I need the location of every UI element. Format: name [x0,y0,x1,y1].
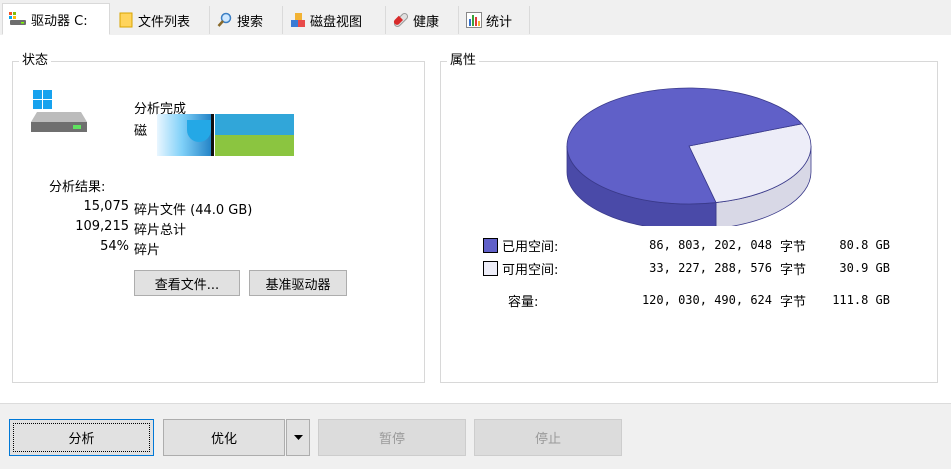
folder-icon [119,12,133,28]
activity-graphic [157,114,294,156]
free-space-swatch [483,260,498,276]
stat-value: 15,075 [83,199,130,214]
stats-icon [466,12,482,28]
tab-file-list[interactable]: 文件列表 [112,6,210,34]
free-space-unit: 字节 [780,262,807,278]
status-group: 状态 分析完成 磁 分析结果: 15,075 碎片文件 (44.0 GB) 10… [12,53,425,383]
used-space-bytes: 86, 803, 202, 048 [649,238,772,252]
stat-row: 109,215 碎片总计 [13,219,313,238]
properties-title: 属性 [447,53,480,69]
content-panel: 状态 分析完成 磁 分析结果: 15,075 碎片文件 (44.0 GB) 10… [0,35,951,403]
tab-label: 磁盘视图 [310,14,363,30]
stat-value: 109,215 [75,219,129,234]
tab-label: 健康 [413,14,440,30]
status-detail: 磁 [134,124,148,139]
stat-label: 碎片文件 (44.0 GB) [134,203,253,218]
used-space-label: 已用空间: [502,239,559,255]
capacity-label: 容量: [508,294,539,310]
analyze-button[interactable]: 分析 [9,419,154,456]
tab-drive[interactable]: 驱动器 C: [2,3,110,35]
capacity-bytes: 120, 030, 490, 624 [641,293,772,307]
used-space-swatch [483,237,498,253]
tab-label: 文件列表 [138,14,191,30]
optimize-dropdown-button[interactable] [286,419,310,456]
stat-label: 碎片 [134,243,161,258]
stat-row: 15,075 碎片文件 (44.0 GB) [13,199,313,218]
status-title: 状态 [19,53,52,69]
used-space-size: 80.8 GB [839,238,890,252]
disk-usage-pie-chart [566,87,812,226]
tab-statistics[interactable]: 统计 [460,6,530,34]
bottom-toolbar: 分析 优化 暂停 停止 [0,403,951,469]
tab-label: 搜索 [237,14,264,30]
tab-label: 统计 [486,14,513,30]
chevron-down-icon [293,435,303,440]
tab-disk-view[interactable]: 磁盘视图 [284,6,386,34]
drive-icon [31,90,87,132]
free-space-row: 可用空间: 33, 227, 288, 576 字节 30.9 GB [483,259,903,278]
stop-button[interactable]: 停止 [474,419,622,456]
used-space-unit: 字节 [780,239,807,255]
free-space-bytes: 33, 227, 288, 576 [649,261,772,275]
pause-button[interactable]: 暂停 [318,419,466,456]
used-space-row: 已用空间: 86, 803, 202, 048 字节 80.8 GB [483,236,903,255]
properties-group: 属性 已用空间: 86, 803, 202, 048 字节 80.8 GB 可用… [440,53,938,383]
capacity-row: 容量: 120, 030, 490, 624 字节 111.8 GB [483,291,903,310]
blocks-icon [291,13,305,27]
tab-health[interactable]: 健康 [387,6,459,34]
tab-search[interactable]: 搜索 [211,6,283,34]
benchmark-drive-button[interactable]: 基准驱动器 [249,270,347,296]
tab-label: 驱动器 C: [31,13,88,29]
free-space-label: 可用空间: [502,262,559,278]
view-files-button[interactable]: 查看文件... [134,270,240,296]
capacity-unit: 字节 [780,294,807,310]
search-icon [217,12,232,27]
drive-icon [9,12,26,25]
stat-label: 碎片总计 [134,223,187,238]
analysis-result-label: 分析结果: [49,180,106,195]
capacity-size: 111.8 GB [832,293,890,307]
tab-bar: 驱动器 C: 文件列表 搜索 磁盘视图 健康 统计 [0,0,951,36]
stat-value: 54% [100,239,129,254]
health-icon [393,12,409,28]
stat-row: 54% 碎片 [13,239,313,258]
optimize-button[interactable]: 优化 [163,419,285,456]
free-space-size: 30.9 GB [839,261,890,275]
